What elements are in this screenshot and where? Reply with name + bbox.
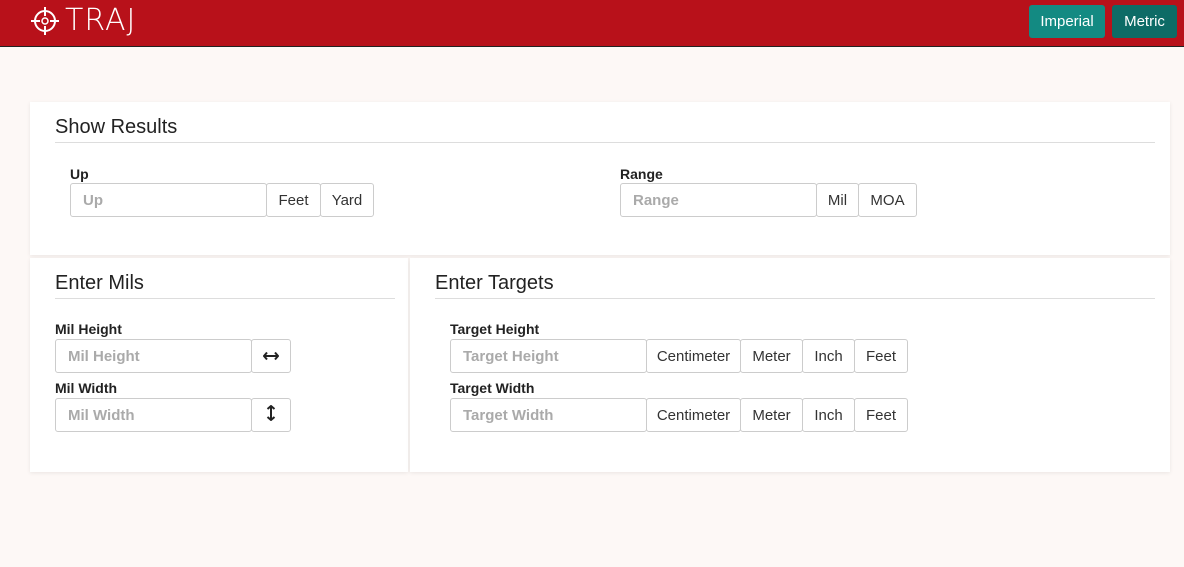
target-width-meter-button[interactable]: Meter [740, 398, 803, 432]
brand-name: TRAJ [65, 3, 137, 38]
horizontal-arrows-button[interactable] [251, 339, 291, 373]
target-width-feet-button[interactable]: Feet [854, 398, 908, 432]
mil-height-input[interactable] [55, 339, 252, 373]
target-width-label: Target Width [450, 380, 535, 396]
divider [55, 142, 1155, 143]
moa-button[interactable]: MOA [858, 183, 917, 217]
show-results-title: Show Results [55, 116, 178, 138]
target-height-feet-button[interactable]: Feet [854, 339, 908, 373]
divider [435, 298, 1155, 299]
metric-button[interactable]: Metric [1112, 5, 1177, 38]
enter-mils-card: Enter Mils Mil Height Mil Width [30, 258, 408, 472]
range-input[interactable] [620, 183, 817, 217]
target-height-label: Target Height [450, 321, 540, 337]
navbar: TRAJ Imperial Metric [0, 0, 1184, 47]
vertical-arrows-button[interactable] [251, 398, 291, 432]
up-input[interactable] [70, 183, 267, 217]
show-results-card: Show Results Up Feet Yard Range Mil MOA [30, 102, 1170, 255]
enter-targets-card: Enter Targets Target Height Centimeter M… [410, 258, 1170, 472]
vertical-arrows-icon [266, 404, 276, 425]
horizontal-arrows-icon [262, 348, 280, 365]
mil-width-label: Mil Width [55, 380, 118, 396]
enter-mils-title: Enter Mils [55, 272, 144, 294]
range-label: Range [620, 166, 663, 182]
target-width-inch-button[interactable]: Inch [802, 398, 855, 432]
target-width-centimeter-button[interactable]: Centimeter [646, 398, 741, 432]
target-width-input[interactable] [450, 398, 647, 432]
mil-width-input[interactable] [55, 398, 252, 432]
up-label: Up [70, 166, 89, 182]
mil-height-label: Mil Height [55, 321, 122, 337]
enter-targets-title: Enter Targets [435, 272, 554, 294]
imperial-button[interactable]: Imperial [1029, 5, 1105, 38]
target-height-centimeter-button[interactable]: Centimeter [646, 339, 741, 373]
divider [55, 298, 395, 299]
target-height-inch-button[interactable]: Inch [802, 339, 855, 373]
brand-logo[interactable]: TRAJ [31, 5, 136, 37]
target-height-input[interactable] [450, 339, 647, 373]
mil-button[interactable]: Mil [816, 183, 859, 217]
crosshair-icon [31, 7, 59, 35]
yard-button[interactable]: Yard [320, 183, 374, 217]
target-height-meter-button[interactable]: Meter [740, 339, 803, 373]
feet-button[interactable]: Feet [266, 183, 321, 217]
